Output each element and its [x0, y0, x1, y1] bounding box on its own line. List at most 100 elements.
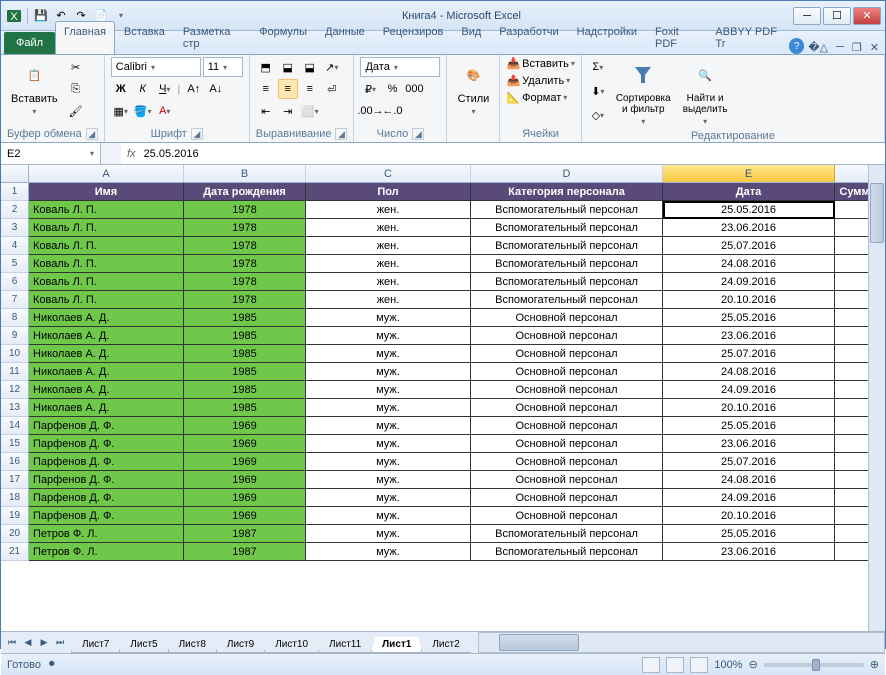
- table-header-cell[interactable]: Имя: [29, 183, 184, 201]
- cell[interactable]: 25.05.2016: [663, 309, 835, 327]
- cell[interactable]: муж.: [306, 543, 471, 561]
- cell[interactable]: Парфенов Д. Ф.: [29, 471, 184, 489]
- cell[interactable]: 1985: [184, 309, 306, 327]
- cell[interactable]: 23.06.2016: [663, 219, 835, 237]
- cell[interactable]: 1978: [184, 291, 306, 309]
- cell[interactable]: 23.06.2016: [663, 543, 835, 561]
- zoom-slider[interactable]: [764, 663, 864, 667]
- cell[interactable]: 1987: [184, 525, 306, 543]
- cell[interactable]: 1985: [184, 363, 306, 381]
- table-header-cell[interactable]: Категория персонала: [471, 183, 663, 201]
- cell[interactable]: Основной персонал: [471, 399, 663, 417]
- cell[interactable]: Основной персонал: [471, 453, 663, 471]
- font-name-combo[interactable]: Calibri▾: [111, 57, 201, 77]
- column-header-E[interactable]: E: [663, 165, 835, 182]
- cell[interactable]: Основной персонал: [471, 309, 663, 327]
- fill-color-button[interactable]: 🪣▾: [133, 101, 153, 121]
- file-tab[interactable]: Файл: [4, 32, 55, 54]
- ribbon-tab-6[interactable]: Вид: [452, 21, 490, 54]
- cell[interactable]: Коваль Л. П.: [29, 201, 184, 219]
- cell[interactable]: 25.05.2016: [663, 201, 835, 219]
- currency-icon[interactable]: ₽▾: [360, 79, 380, 99]
- cell[interactable]: жен.: [306, 291, 471, 309]
- vertical-scrollbar[interactable]: [868, 165, 885, 631]
- sheet-tab-Лист7[interactable]: Лист7: [71, 637, 120, 653]
- cell[interactable]: Основной персонал: [471, 345, 663, 363]
- cell[interactable]: 1978: [184, 273, 306, 291]
- align-center-icon[interactable]: ≡: [278, 79, 298, 99]
- row-header-1[interactable]: 1: [1, 183, 29, 201]
- row-header-3[interactable]: 3: [1, 219, 29, 237]
- cell[interactable]: 1978: [184, 219, 306, 237]
- cell[interactable]: муж.: [306, 345, 471, 363]
- ribbon-tab-4[interactable]: Данные: [316, 21, 374, 54]
- cell[interactable]: Парфенов Д. Ф.: [29, 489, 184, 507]
- sheet-tab-Лист1[interactable]: Лист1: [371, 637, 422, 653]
- normal-view-icon[interactable]: [642, 657, 660, 673]
- cell[interactable]: 25.05.2016: [663, 417, 835, 435]
- cell[interactable]: Вспомогательный персонал: [471, 273, 663, 291]
- find-select-button[interactable]: 🔍 Найти и выделить▾: [679, 57, 732, 128]
- row-header-18[interactable]: 18: [1, 489, 29, 507]
- cell[interactable]: жен.: [306, 273, 471, 291]
- ribbon-tab-9[interactable]: Foxit PDF: [646, 21, 706, 54]
- cell[interactable]: 1969: [184, 471, 306, 489]
- cell[interactable]: муж.: [306, 471, 471, 489]
- table-header-cell[interactable]: Дата рождения: [184, 183, 306, 201]
- format-cells-button[interactable]: 📐 Формат ▾: [506, 91, 574, 104]
- excel-icon[interactable]: X: [5, 7, 23, 25]
- cell[interactable]: 1985: [184, 381, 306, 399]
- align-right-icon[interactable]: ≡: [300, 79, 320, 99]
- sheet-tab-Лист11[interactable]: Лист11: [318, 637, 372, 653]
- sheet-nav-last-icon[interactable]: ⏭: [53, 636, 67, 650]
- cell[interactable]: Вспомогательный персонал: [471, 525, 663, 543]
- comma-icon[interactable]: 000: [404, 79, 424, 99]
- cell[interactable]: 1985: [184, 345, 306, 363]
- cell[interactable]: муж.: [306, 435, 471, 453]
- decrease-indent-icon[interactable]: ⇤: [256, 101, 276, 121]
- font-size-combo[interactable]: 11▾: [203, 57, 243, 77]
- minimize-button[interactable]: ─: [793, 7, 821, 25]
- cell[interactable]: 1978: [184, 237, 306, 255]
- save-icon[interactable]: 💾: [32, 7, 50, 25]
- ribbon-tab-0[interactable]: Главная: [55, 21, 115, 54]
- cell[interactable]: 25.07.2016: [663, 345, 835, 363]
- cell[interactable]: 1969: [184, 507, 306, 525]
- cell[interactable]: Вспомогательный персонал: [471, 291, 663, 309]
- cell[interactable]: 1978: [184, 201, 306, 219]
- cell[interactable]: Вспомогательный персонал: [471, 219, 663, 237]
- zoom-level[interactable]: 100%: [714, 659, 742, 671]
- ribbon-tab-7[interactable]: Разработчи: [490, 21, 567, 54]
- cell[interactable]: муж.: [306, 327, 471, 345]
- doc-close-icon[interactable]: ✕: [870, 41, 879, 54]
- cell[interactable]: 20.10.2016: [663, 507, 835, 525]
- cell[interactable]: Николаев А. Д.: [29, 345, 184, 363]
- cell[interactable]: Основной персонал: [471, 471, 663, 489]
- cell[interactable]: 24.08.2016: [663, 255, 835, 273]
- ribbon-minimize-icon[interactable]: �△: [808, 41, 828, 54]
- row-header-10[interactable]: 10: [1, 345, 29, 363]
- row-header-4[interactable]: 4: [1, 237, 29, 255]
- cell[interactable]: 24.09.2016: [663, 381, 835, 399]
- cell[interactable]: Коваль Л. П.: [29, 255, 184, 273]
- row-header-21[interactable]: 21: [1, 543, 29, 561]
- sheet-tab-Лист10[interactable]: Лист10: [264, 637, 319, 653]
- number-launcher[interactable]: ◢: [412, 128, 424, 140]
- cell[interactable]: жен.: [306, 201, 471, 219]
- cell[interactable]: Николаев А. Д.: [29, 327, 184, 345]
- cell[interactable]: 24.08.2016: [663, 471, 835, 489]
- orientation-icon[interactable]: ↗▾: [322, 57, 342, 77]
- formula-input[interactable]: 25.05.2016: [144, 148, 199, 160]
- row-header-16[interactable]: 16: [1, 453, 29, 471]
- clipboard-launcher[interactable]: ◢: [86, 128, 98, 140]
- sheet-tab-Лист9[interactable]: Лист9: [216, 637, 265, 653]
- delete-cells-button[interactable]: 📤 Удалить ▾: [506, 74, 574, 87]
- row-header-20[interactable]: 20: [1, 525, 29, 543]
- cut-icon[interactable]: ✂: [66, 57, 86, 77]
- insert-cells-button[interactable]: 📥 Вставить ▾: [506, 57, 574, 70]
- cell[interactable]: Основной персонал: [471, 417, 663, 435]
- format-painter-icon[interactable]: 🖌: [66, 101, 86, 121]
- styles-button[interactable]: 🎨 Стили▾: [453, 57, 493, 118]
- sort-filter-button[interactable]: Сортировка и фильтр▾: [612, 57, 675, 128]
- cell[interactable]: Парфенов Д. Ф.: [29, 435, 184, 453]
